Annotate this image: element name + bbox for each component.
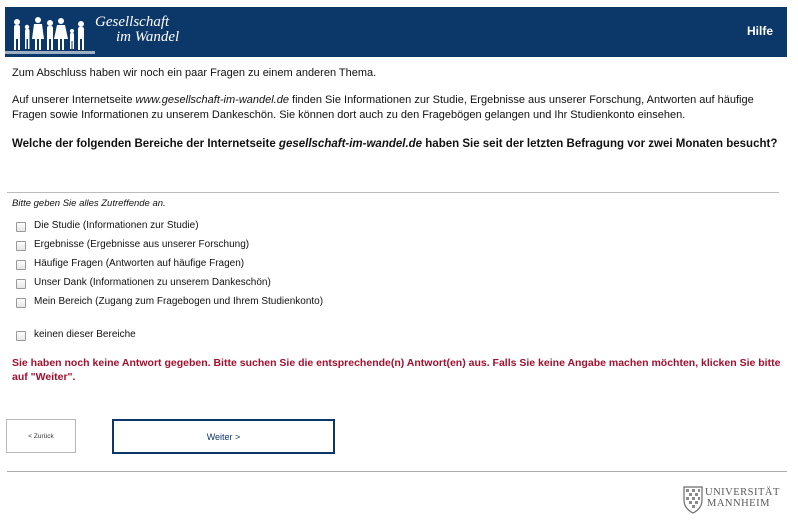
option-label: keinen dieser Bereiche [34,329,136,340]
question-site-name: gesellschaft-im-wandel.de [278,138,423,150]
intro-paragraph-1: Zum Abschluss haben wir noch ein paar Fr… [12,67,377,79]
option-label: Ergebnisse (Ergebnisse aus unserer Forsc… [34,239,250,250]
checkbox[interactable] [16,298,26,308]
option-label: Mein Bereich (Zugang zum Fragebogen und … [34,296,324,307]
intro-text-before: Auf unserer Internetseite [12,94,136,106]
question-after: haben Sie seit der letzten Befragung vor… [422,138,778,150]
footer-divider [7,471,787,472]
logo-line-2: im Wandel [116,29,180,45]
university-name: UNIVERSITÄT MANNHEIM [705,487,780,509]
intro-paragraph-2: Auf unserer Internetseite www.gesellscha… [12,93,780,123]
university-mannheim-logo: UNIVERSITÄT MANNHEIM [682,483,792,515]
main-content: Zum Abschluss haben wir noch ein paar Fr… [12,66,780,152]
checkbox[interactable] [16,241,26,251]
instruction-text: Bitte geben Sie alles Zutreffende an. [12,198,166,209]
option-label: Unser Dank (Informationen zu unserem Dan… [34,277,271,288]
checkbox[interactable] [16,279,26,289]
next-button[interactable]: Weiter > [112,419,335,454]
university-line-2: MANNHEIM [707,498,770,509]
checkbox[interactable] [16,260,26,270]
back-button[interactable]: < Zurück [6,419,76,453]
question-divider [7,192,779,193]
logo-text: Gesellschaft im Wandel [95,15,179,45]
question-text: Welche der folgenden Bereiche der Intern… [12,137,780,152]
people-silhouettes-icon [5,17,205,54]
question-before: Welche der folgenden Bereiche der Intern… [12,138,279,150]
logo-line-1: Gesellschaft [95,14,170,30]
option-label: Häufige Fragen (Antworten auf häufige Fr… [34,258,245,269]
intro-site-name: www.gesellschaft-im-wandel.de [135,94,289,106]
header-bar: Gesellschaft im Wandel Hilfe [5,7,787,57]
error-message: Sie haben noch keine Antwort gegeben. Bi… [12,357,781,383]
checkbox[interactable] [16,222,26,232]
university-crest-icon [683,486,703,514]
gesellschaft-im-wandel-logo: Gesellschaft im Wandel [5,7,205,57]
help-link[interactable]: Hilfe [747,24,773,38]
university-line-1: UNIVERSITÄT [705,487,780,498]
option-label: Die Studie (Informationen zur Studie) [34,220,199,231]
checkbox[interactable] [16,331,26,341]
